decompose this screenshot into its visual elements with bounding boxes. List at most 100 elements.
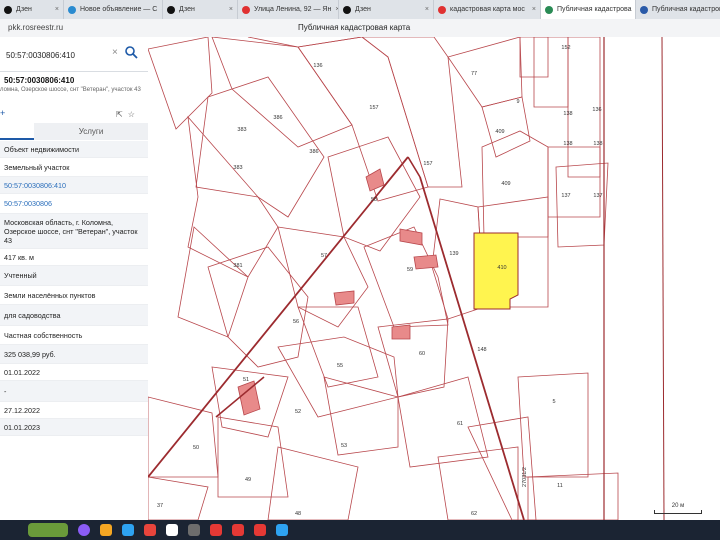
info-row: 325 038,99 руб. — [0, 345, 148, 364]
parcel-label: 410 — [497, 265, 506, 271]
tab-info[interactable] — [0, 123, 34, 140]
pdf-icon[interactable] — [232, 524, 244, 536]
panel-tools: ⇱ ☆ — [116, 110, 140, 119]
cortana-icon[interactable] — [78, 524, 90, 536]
map-canvas[interactable]: 136 157 157 152 77 9 138 138 138 136 409 409 137 137 3… — [148, 37, 720, 520]
close-tab-icon[interactable]: × — [229, 6, 233, 13]
tab-title: Дзен — [179, 6, 195, 13]
parcel-label: 409 — [495, 129, 504, 135]
page-title: Публичная кадастровая карта — [298, 23, 411, 32]
url-text[interactable]: pkk.rosreestr.ru — [8, 23, 63, 32]
info-row[interactable]: 50:57:0030806 — [0, 194, 148, 214]
parcel-boundary — [277, 336, 399, 418]
parcel-label: 62 — [471, 511, 477, 517]
browser-tab[interactable]: Дзен × — [0, 0, 64, 19]
tab-services[interactable]: Услуги — [34, 123, 148, 140]
parcel-label: 51 — [243, 377, 249, 383]
building — [333, 290, 355, 306]
wallpaper-thumbnail — [28, 523, 68, 537]
parcel-boundary — [297, 37, 429, 202]
road-line — [407, 156, 421, 178]
parcel-label: 11 — [557, 483, 563, 489]
search-input[interactable] — [4, 47, 112, 63]
parcel-label: 148 — [477, 347, 486, 353]
star-icon[interactable]: ☆ — [128, 110, 135, 119]
settings-icon[interactable] — [276, 524, 288, 536]
parcel-label: 9 — [516, 99, 519, 105]
parcel-label: 37 — [157, 503, 163, 509]
close-tab-icon[interactable]: × — [55, 6, 59, 13]
chrome-icon[interactable] — [144, 524, 156, 536]
app-icon[interactable] — [188, 524, 200, 536]
browser-tab[interactable]: Публичная кадастрова× — [636, 0, 720, 19]
camera-icon[interactable] — [254, 524, 266, 536]
info-row: Учтенный — [0, 266, 148, 286]
search-box: × — [0, 37, 148, 72]
info-row: 01.01.2022 — [0, 364, 148, 381]
scale-bar: 20 м — [654, 503, 702, 514]
parcel-label: 137 — [593, 193, 602, 199]
parcel-label: 59 — [407, 267, 413, 273]
parcel-boundary — [481, 130, 549, 238]
road-line — [661, 37, 665, 520]
files-icon[interactable] — [100, 524, 112, 536]
browser-tab[interactable]: Новое объявление — С× — [64, 0, 163, 19]
parcel-label: 58 — [371, 197, 377, 203]
parcel-label: 55 — [337, 363, 343, 369]
parcel-label: 139 — [449, 251, 458, 257]
add-icon[interactable]: + — [0, 108, 5, 118]
parcel-label: 27031/2 — [522, 467, 528, 487]
browser-tab-strip: Дзен×Новое объявление — С×Дзен×Улица Лен… — [0, 0, 720, 20]
selected-parcel — [473, 232, 519, 310]
info-row: 417 кв. м — [0, 249, 148, 266]
edge-icon[interactable] — [122, 524, 134, 536]
tab-favicon-icon — [68, 5, 76, 14]
browser-tab[interactable]: Улица Ленина, 92 — Ян× — [238, 0, 339, 19]
parcel-boundary — [247, 37, 363, 48]
browser-tab[interactable]: Дзен × — [339, 0, 434, 19]
panel-tabs: Услуги — [0, 123, 148, 140]
parcel-label: 381 — [233, 263, 242, 269]
mail-icon[interactable] — [210, 524, 222, 536]
info-row: Частная собственность — [0, 326, 148, 345]
info-row[interactable]: 50:57:0030806:410 — [0, 177, 148, 194]
parcel-label: 137 — [561, 193, 570, 199]
parcel-boundary — [447, 37, 523, 108]
tab-favicon-icon — [438, 5, 446, 14]
parcel-label: 53 — [341, 443, 347, 449]
clear-icon[interactable]: × — [112, 47, 118, 58]
address-bar[interactable]: pkk.rosreestr.ru Публичная кадастровая к… — [0, 19, 720, 38]
yandex-icon[interactable] — [166, 524, 178, 536]
info-row: Земельный участок — [0, 158, 148, 177]
browser-tab[interactable]: кадастровая карта мос × — [434, 0, 541, 19]
parcel-label: 50 — [193, 445, 199, 451]
parcel-label: 386 — [309, 149, 318, 155]
info-row: 01.01.2023 — [0, 419, 148, 436]
search-icon[interactable] — [124, 45, 138, 59]
info-row: Московская область, г. Коломна, Озерское… — [0, 214, 148, 249]
parcel-label: 60 — [419, 351, 425, 357]
close-tab-icon[interactable]: × — [532, 6, 536, 13]
info-row: 27.12.2022 — [0, 402, 148, 419]
info-list: Объект недвижимости Земельный участок 50:5… — [0, 141, 148, 436]
parcel-label: 386 — [273, 115, 282, 121]
tab-title: Улица Ленина, 92 — Ян — [254, 6, 332, 13]
close-tab-icon[interactable]: × — [425, 6, 429, 13]
cadastral-map[interactable]: 136 157 157 152 77 9 138 138 138 136 409 409 137 137 3… — [148, 37, 720, 520]
scale-label: 20 м — [671, 503, 685, 509]
browser-tab[interactable]: Дзен × — [163, 0, 238, 19]
tab-favicon-icon — [640, 5, 648, 14]
tab-title: Публичная кадастрова — [652, 6, 720, 13]
share-icon[interactable]: ⇱ — [116, 110, 123, 119]
tab-favicon-icon — [167, 5, 175, 14]
parcel-boundary — [148, 37, 213, 130]
parcel-boundary — [195, 76, 325, 218]
parcel-label: 48 — [295, 511, 301, 517]
browser-tab[interactable]: Публичная кадастрова× — [541, 0, 636, 19]
info-row: - — [0, 381, 148, 402]
info-row: Объект недвижимости — [0, 141, 148, 158]
parcel-boundary — [217, 416, 289, 498]
building — [399, 228, 423, 246]
parcel-label: 136 — [313, 63, 322, 69]
parcel-label: 383 — [233, 165, 242, 171]
